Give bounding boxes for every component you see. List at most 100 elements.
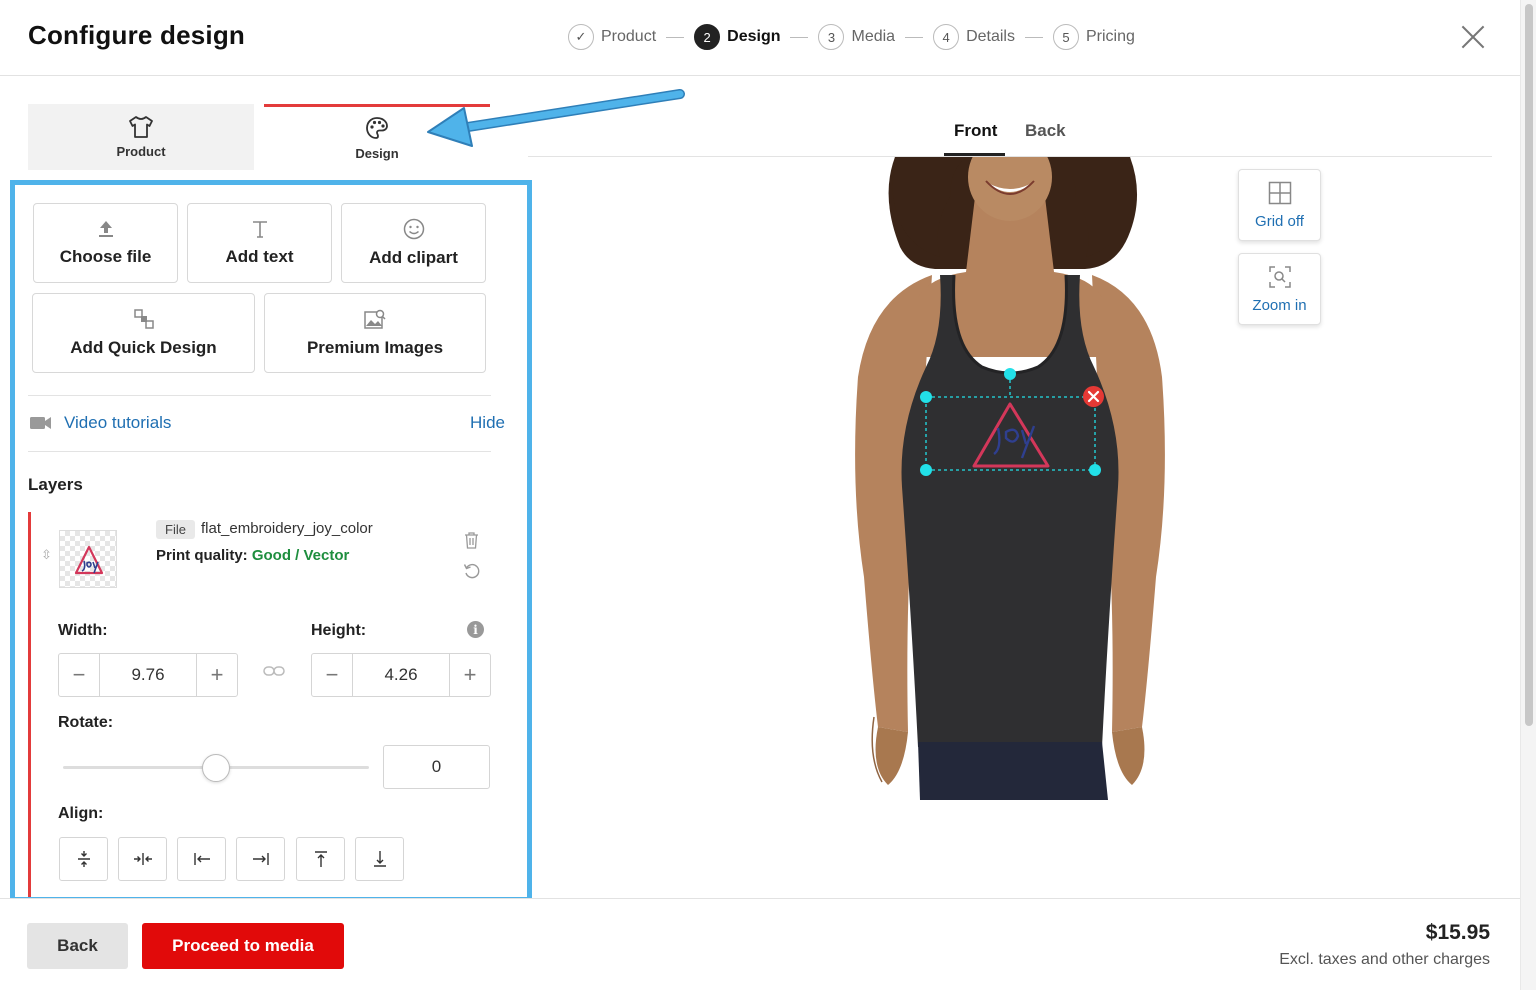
tab-label: Design	[355, 146, 399, 161]
align-left-icon	[193, 853, 210, 865]
smiley-icon	[403, 218, 424, 240]
width-decrement-button[interactable]: −	[59, 654, 99, 696]
step-connector	[1024, 36, 1043, 38]
align-bottom-icon	[373, 851, 386, 867]
text-icon	[252, 221, 267, 238]
link-icon[interactable]	[263, 665, 285, 677]
grid-icon	[1268, 181, 1291, 204]
joy-logo-thumbnail	[74, 545, 104, 575]
step-number: 3	[818, 24, 845, 50]
height-increment-button[interactable]: +	[450, 654, 490, 696]
tile-label: Add clipart	[369, 248, 458, 267]
hide-link[interactable]: Hide	[470, 413, 505, 433]
tile-label: Choose file	[59, 247, 152, 266]
annotation-arrow-icon	[427, 89, 685, 147]
step-label: Design	[727, 28, 781, 45]
align-bottom-button[interactable]	[355, 837, 404, 881]
step-product[interactable]: ✓ Product	[568, 24, 656, 50]
tile-label: Add text	[225, 247, 294, 266]
image-search-icon	[364, 309, 386, 329]
align-top-button[interactable]	[296, 837, 345, 881]
layer-file-name: flat_embroidery_joy_color	[201, 520, 373, 537]
step-number: 4	[933, 24, 960, 50]
step-label: Pricing	[1085, 28, 1135, 45]
premium-images-button[interactable]: Premium Images	[264, 293, 486, 373]
remove-design-icon[interactable]	[1082, 385, 1105, 408]
height-decrement-button[interactable]: −	[312, 654, 352, 696]
reset-icon[interactable]	[463, 562, 481, 580]
product-mockup	[855, 157, 1165, 800]
trash-icon[interactable]	[464, 532, 479, 549]
align-top-icon	[314, 851, 327, 867]
tile-label: Add Quick Design	[70, 338, 217, 357]
step-design[interactable]: 2 Design	[694, 24, 780, 50]
price-note: Excl. taxes and other charges	[1279, 951, 1490, 968]
video-tutorials-row: Video tutorials Hide	[29, 411, 505, 435]
palette-icon	[366, 117, 388, 139]
back-button[interactable]: Back	[27, 923, 128, 969]
footer: Back Proceed to media $15.95 Excl. taxes…	[0, 898, 1520, 990]
quick-design-icon	[133, 309, 154, 329]
tab-back[interactable]: Back	[1025, 121, 1066, 141]
grid-toggle-button[interactable]: Grid off	[1238, 169, 1321, 241]
height-input[interactable]: 4.26	[352, 654, 450, 696]
file-type-badge: File	[156, 520, 195, 539]
step-media[interactable]: 3 Media	[818, 24, 895, 50]
step-indicator: ✓ Product 2 Design 3 Media 4 Details 5 P…	[568, 24, 1135, 50]
tshirt-icon	[129, 115, 153, 138]
step-connector	[666, 36, 685, 38]
tile-label: Premium Images	[306, 338, 444, 357]
zoom-in-label: Zoom in	[1252, 296, 1307, 314]
print-quality: Print quality: Good / Vector	[156, 547, 349, 564]
align-center-horizontal-button[interactable]	[118, 837, 167, 881]
zoom-icon	[1268, 265, 1291, 288]
step-connector	[905, 36, 924, 38]
step-label: Product	[601, 28, 657, 45]
video-tutorials-link[interactable]: Video tutorials	[64, 413, 171, 433]
print-quality-value: Good / Vector	[251, 547, 350, 564]
align-center-vertical-button[interactable]	[59, 837, 108, 881]
divider	[28, 395, 491, 396]
header: Configure design ✓ Product 2 Design 3 Me…	[0, 0, 1520, 76]
align-right-button[interactable]	[236, 837, 285, 881]
grid-toggle-label: Grid off	[1255, 212, 1304, 230]
info-icon[interactable]: i	[467, 621, 484, 638]
align-vertical-center-icon	[77, 851, 90, 867]
choose-file-button[interactable]: Choose file	[33, 203, 178, 283]
proceed-to-media-button[interactable]: Proceed to media	[142, 923, 344, 969]
step-details[interactable]: 4 Details	[933, 24, 1015, 50]
zoom-in-button[interactable]: Zoom in	[1238, 253, 1321, 325]
width-input[interactable]: 9.76	[99, 654, 197, 696]
rotate-input[interactable]: 0	[383, 745, 490, 789]
add-quick-design-button[interactable]: Add Quick Design	[32, 293, 255, 373]
align-label: Align:	[58, 805, 104, 822]
width-increment-button[interactable]: +	[197, 654, 237, 696]
scrollbar[interactable]	[1520, 0, 1536, 990]
design-tools-panel: Choose file Add text Add clipart Add Qui…	[15, 185, 527, 897]
tab-product[interactable]: Product	[28, 104, 254, 170]
step-connector	[790, 36, 809, 38]
align-left-button[interactable]	[177, 837, 226, 881]
step-label: Media	[851, 28, 896, 45]
add-clipart-button[interactable]: Add clipart	[341, 203, 486, 283]
tab-label: Product	[116, 143, 166, 159]
width-label: Width:	[58, 622, 108, 639]
align-horizontal-center-icon	[133, 853, 152, 865]
add-text-button[interactable]: Add text	[187, 203, 332, 283]
video-camera-icon	[30, 417, 51, 429]
design-placement[interactable]	[918, 366, 1108, 478]
page-title: Configure design	[28, 20, 245, 50]
drag-handle-icon[interactable]: ⇳	[41, 547, 52, 563]
scrollbar-thumb[interactable]	[1525, 4, 1533, 726]
align-right-icon	[252, 853, 269, 865]
upload-icon	[98, 221, 113, 237]
check-icon: ✓	[568, 24, 594, 50]
rotate-slider-handle[interactable]	[202, 754, 230, 782]
step-number: 2	[694, 24, 721, 50]
selected-layer-indicator	[28, 512, 31, 897]
close-icon[interactable]	[1460, 24, 1486, 50]
tab-front[interactable]: Front	[954, 121, 997, 141]
print-quality-label: Print quality:	[156, 547, 248, 564]
width-stepper: − 9.76 +	[58, 653, 238, 697]
step-pricing[interactable]: 5 Pricing	[1052, 24, 1135, 50]
